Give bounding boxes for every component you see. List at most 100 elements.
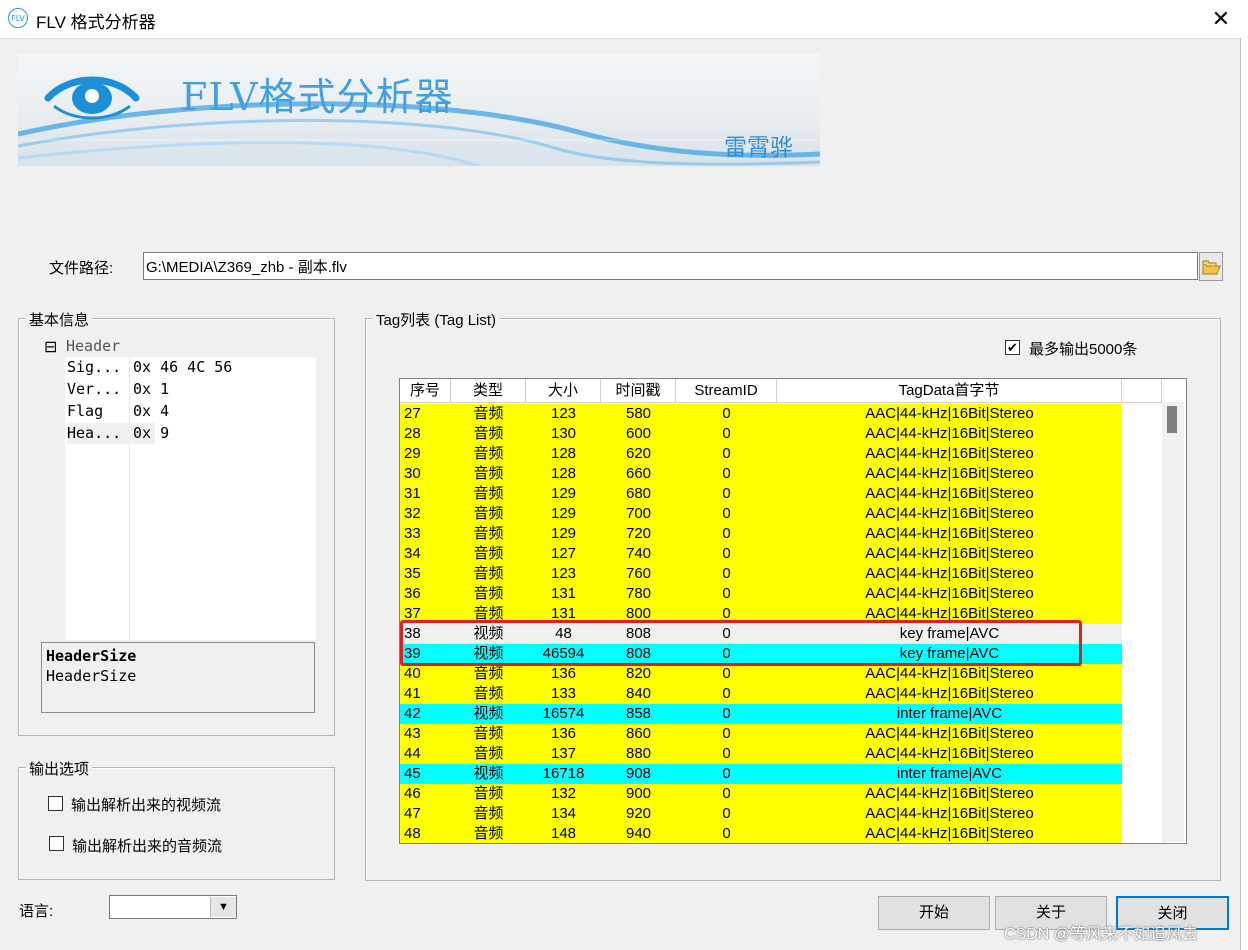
table-cell-ts: 680: [625, 485, 652, 502]
output-options-legend: 输出选项: [26, 758, 93, 779]
table-row[interactable]: 43 音频 136 860 0 AAC|44-kHz|16Bit|Stereo: [400, 724, 1122, 744]
max-output-checkbox[interactable]: ✔: [1005, 340, 1020, 355]
tag-list-table: 序号 类型 大小 时间戳 StreamID TagData首字节 27 音频 123 580 0 A…: [399, 378, 1187, 844]
table-cell-seq: 35: [404, 565, 421, 582]
table-cell-data: AAC|44-kHz|16Bit|Stereo: [865, 445, 1034, 462]
table-cell-seq: 31: [404, 485, 421, 502]
table-row[interactable]: 33 音频 129 720 0 AAC|44-kHz|16Bit|Stereo: [400, 524, 1122, 544]
table-cell-seq: 48: [404, 825, 421, 842]
table-row[interactable]: 48 音频 148 940 0 AAC|44-kHz|16Bit|Stereo: [400, 824, 1122, 843]
table-cell-ts: 740: [625, 545, 652, 562]
table-cell-size: 133: [550, 685, 577, 702]
tagdata-column-header[interactable]: TagData首字节: [777, 379, 1122, 403]
flv-logo-icon: FLV: [8, 8, 28, 28]
table-cell-type: 视频: [473, 765, 504, 782]
table-cell-sid: 0: [722, 765, 731, 782]
description-text: HeaderSize: [46, 667, 137, 685]
table-cell-sid: 0: [722, 825, 731, 842]
banner-title: FLV格式分析器: [181, 75, 454, 119]
table-cell-type: 音频: [473, 485, 504, 502]
table-row[interactable]: 32 音频 129 700 0 AAC|44-kHz|16Bit|Stereo: [400, 504, 1122, 524]
tag-list-scrollbar[interactable]: [1162, 402, 1184, 842]
table-cell-ts: 700: [625, 505, 652, 522]
table-cell-sid: 0: [722, 545, 731, 562]
table-row[interactable]: 27 音频 123 580 0 AAC|44-kHz|16Bit|Stereo: [400, 404, 1122, 424]
table-row[interactable]: 44 音频 137 880 0 AAC|44-kHz|16Bit|Stereo: [400, 744, 1122, 764]
table-cell-seq: 32: [404, 505, 421, 522]
tree-root-header[interactable]: Header: [66, 337, 120, 355]
table-row[interactable]: 40 音频 136 820 0 AAC|44-kHz|16Bit|Stereo: [400, 664, 1122, 684]
table-cell-ts: 780: [625, 585, 652, 602]
table-cell-sid: 0: [722, 745, 731, 762]
start-button[interactable]: 开始: [878, 896, 990, 930]
table-cell-sid: 0: [722, 425, 731, 442]
table-cell-data: AAC|44-kHz|16Bit|Stereo: [865, 485, 1034, 502]
chevron-down-icon[interactable]: ▼: [210, 897, 236, 917]
table-cell-type: 音频: [473, 665, 504, 682]
table-row[interactable]: 41 音频 133 840 0 AAC|44-kHz|16Bit|Stereo: [400, 684, 1122, 704]
table-cell-sid: 0: [722, 805, 731, 822]
table-cell-type: 音频: [473, 565, 504, 582]
table-cell-data: AAC|44-kHz|16Bit|Stereo: [865, 685, 1034, 702]
output-video-checkbox[interactable]: [48, 796, 63, 811]
table-cell-size: 129: [550, 505, 577, 522]
table-cell-seq: 42: [404, 705, 421, 722]
table-cell-sid: 0: [722, 665, 731, 682]
property-row[interactable]: Ver... 0x 1: [41, 379, 316, 401]
table-cell-data: AAC|44-kHz|16Bit|Stereo: [865, 785, 1034, 802]
tree-collapse-toggle[interactable]: ⊟: [44, 337, 57, 357]
table-cell-size: 132: [550, 785, 577, 802]
max-output-label: 最多输出5000条: [1029, 341, 1138, 358]
output-video-label: 输出解析出来的视频流: [71, 797, 222, 814]
file-path-input[interactable]: G:\MEDIA\Z369_zhb - 副本.flv: [143, 252, 1198, 280]
table-cell-sid: 0: [722, 445, 731, 462]
table-cell-seq: 30: [404, 465, 421, 482]
close-window-button[interactable]: ✕: [1204, 2, 1238, 36]
table-cell-size: 127: [550, 545, 577, 562]
table-cell-type: 音频: [473, 405, 504, 422]
table-cell-seq: 40: [404, 665, 421, 682]
timestamp-column-header[interactable]: 时间戳: [601, 379, 676, 403]
table-cell-seq: 33: [404, 525, 421, 542]
table-row[interactable]: 46 音频 132 900 0 AAC|44-kHz|16Bit|Stereo: [400, 784, 1122, 804]
table-row[interactable]: 35 音频 123 760 0 AAC|44-kHz|16Bit|Stereo: [400, 564, 1122, 584]
annotation-highlight-box: [400, 620, 1082, 666]
streamid-column-header[interactable]: StreamID: [676, 379, 777, 403]
type-column-header[interactable]: 类型: [451, 379, 526, 403]
table-cell-ts: 660: [625, 465, 652, 482]
seq-column-header[interactable]: 序号: [400, 379, 451, 403]
table-cell-ts: 620: [625, 445, 652, 462]
browse-button[interactable]: [1199, 252, 1223, 281]
table-row[interactable]: 31 音频 129 680 0 AAC|44-kHz|16Bit|Stereo: [400, 484, 1122, 504]
table-cell-size: 16574: [542, 705, 585, 722]
table-cell-seq: 45: [404, 765, 421, 782]
table-cell-data: AAC|44-kHz|16Bit|Stereo: [865, 505, 1034, 522]
table-cell-size: 123: [550, 405, 577, 422]
table-row[interactable]: 36 音频 131 780 0 AAC|44-kHz|16Bit|Stereo: [400, 584, 1122, 604]
table-row[interactable]: 29 音频 128 620 0 AAC|44-kHz|16Bit|Stereo: [400, 444, 1122, 464]
property-row[interactable]: Flag 0x 4: [41, 401, 316, 423]
table-cell-type: 音频: [473, 545, 504, 562]
table-cell-data: inter frame|AVC: [896, 705, 1003, 722]
table-cell-size: 16718: [542, 765, 585, 782]
table-cell-size: 129: [550, 525, 577, 542]
banner: FLV格式分析器 雷霄骅: [18, 54, 820, 166]
title-bar: FLV FLV 格式分析器 ✕: [0, 0, 1248, 39]
table-row[interactable]: 30 音频 128 660 0 AAC|44-kHz|16Bit|Stereo: [400, 464, 1122, 484]
banner-author: 雷霄骅: [724, 135, 793, 161]
output-audio-checkbox[interactable]: [49, 836, 64, 851]
table-cell-type: 视频: [473, 705, 504, 722]
property-row[interactable]: Sig... 0x 46 4C 56: [41, 357, 316, 379]
table-row[interactable]: 34 音频 127 740 0 AAC|44-kHz|16Bit|Stereo: [400, 544, 1122, 564]
table-row[interactable]: 47 音频 134 920 0 AAC|44-kHz|16Bit|Stereo: [400, 804, 1122, 824]
table-cell-sid: 0: [722, 525, 731, 542]
table-row[interactable]: 45 视频 16718 908 0 inter frame|AVC: [400, 764, 1122, 784]
size-column-header[interactable]: 大小: [526, 379, 601, 403]
table-row[interactable]: 42 视频 16574 858 0 inter frame|AVC: [400, 704, 1122, 724]
eye-logo-icon: [44, 76, 140, 120]
table-cell-data: inter frame|AVC: [896, 765, 1003, 782]
table-cell-type: 音频: [473, 425, 504, 442]
scrollbar-thumb[interactable]: [1167, 406, 1177, 433]
property-row-selected[interactable]: Hea... 0x 9: [41, 423, 316, 445]
table-row[interactable]: 28 音频 130 600 0 AAC|44-kHz|16Bit|Stereo: [400, 424, 1122, 444]
